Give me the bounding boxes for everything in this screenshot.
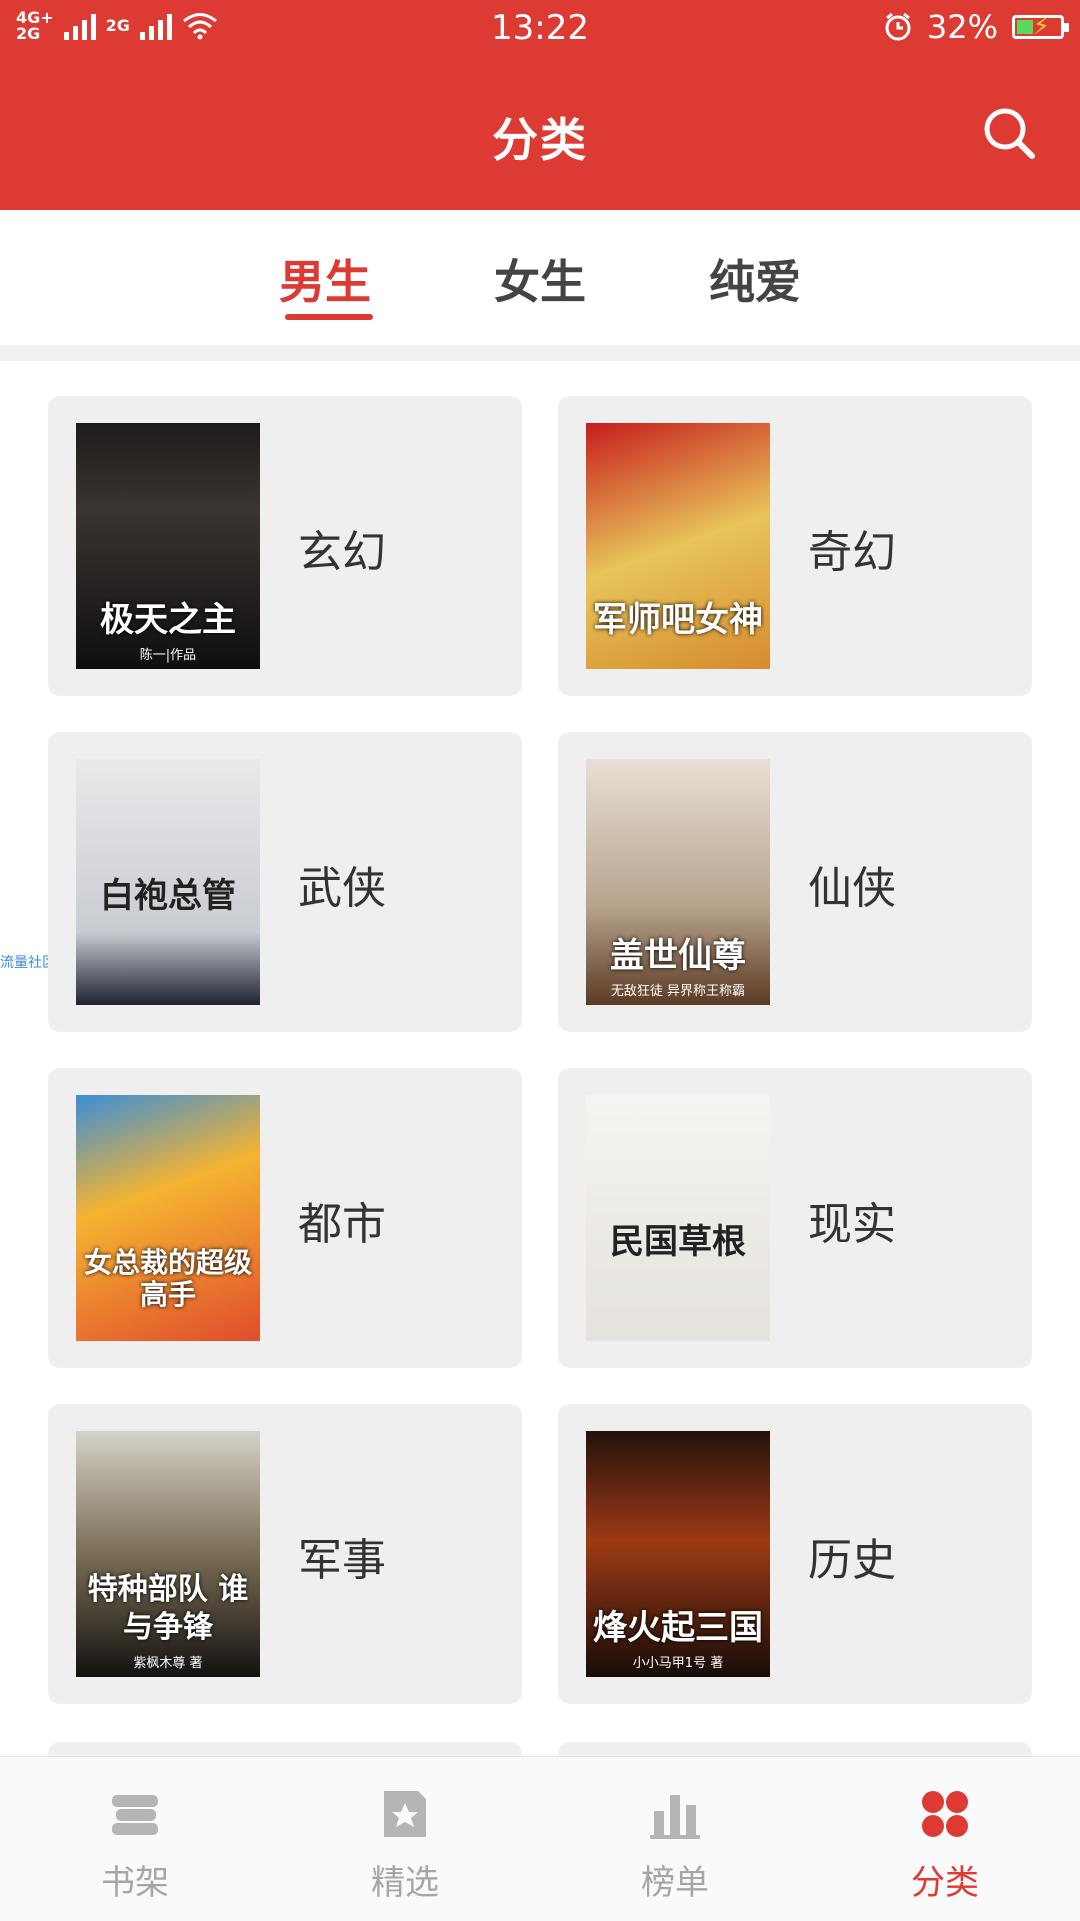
- nav-featured[interactable]: 精选: [305, 1787, 505, 1904]
- book-cover: 民国草根: [586, 1095, 770, 1341]
- nav-label: 精选: [371, 1863, 439, 1903]
- cover-title: 盖世仙尊: [610, 936, 746, 976]
- category-card-junshi[interactable]: 特种部队 谁与争锋 紫枫木尊 著 军事: [48, 1404, 522, 1704]
- nav-label: 书架: [101, 1863, 169, 1903]
- book-cover: 女总裁的超级高手: [76, 1095, 260, 1341]
- active-tab-indicator: [285, 314, 373, 320]
- cover-title: 白袍总管: [100, 876, 236, 916]
- category-label: 都市: [298, 1199, 386, 1250]
- book-cover: 特种部队 谁与争锋 紫枫木尊 著: [76, 1431, 260, 1677]
- category-card-wuxia[interactable]: 白袍总管 武侠: [48, 732, 522, 1032]
- category-card-lishi[interactable]: 烽火起三国 小小马甲1号 著 历史: [558, 1404, 1032, 1704]
- featured-star-icon: [384, 1791, 426, 1837]
- cover-author: 无敌狂徒 异界称王称霸: [610, 984, 746, 999]
- cover-title: 军师吧女神: [593, 600, 763, 640]
- alarm-icon: [885, 12, 911, 41]
- book-cover: 白袍总管: [76, 759, 260, 1005]
- category-card-xianshi[interactable]: 民国草根 现实: [558, 1068, 1032, 1368]
- cover-author: 小小马甲1号 著: [632, 1656, 724, 1671]
- bottom-nav: 书架 精选 榜单 分类: [0, 1756, 1080, 1921]
- status-right: 32% ⚡: [883, 8, 1069, 46]
- category-grid-icon: [922, 1791, 968, 1837]
- category-label: 军事: [298, 1535, 386, 1586]
- category-label: 历史: [808, 1535, 896, 1586]
- section-divider: [0, 345, 1080, 361]
- cover-title: 烽火起三国: [593, 1608, 763, 1648]
- category-card-qihuan[interactable]: 军师吧女神 奇幻: [558, 396, 1032, 696]
- nav-label: 榜单: [641, 1863, 709, 1903]
- book-cover: 盖世仙尊 无敌狂徒 异界称王称霸: [586, 759, 770, 1005]
- cover-author: 紫枫木尊 著: [133, 1656, 203, 1671]
- category-label: 奇幻: [808, 527, 896, 578]
- page-title: 分类: [492, 113, 588, 167]
- cover-author: 陈一|作品: [139, 648, 197, 663]
- tab-female[interactable]: 女生: [475, 246, 605, 312]
- cover-title: 极天之主: [100, 600, 236, 640]
- ranking-bars-icon: [650, 1795, 700, 1839]
- category-card-dushi[interactable]: 女总裁的超级高手 都市: [48, 1068, 522, 1368]
- search-icon[interactable]: [980, 104, 1040, 164]
- nav-category[interactable]: 分类: [845, 1787, 1045, 1904]
- category-label: 现实: [808, 1199, 896, 1250]
- category-label: 仙侠: [808, 863, 896, 914]
- app-header: 4G+ 2G 2G 13:22 32% ⚡ 分类: [0, 0, 1080, 210]
- cover-title: 民国草根: [610, 1222, 746, 1262]
- tab-pure-love[interactable]: 纯爱: [690, 246, 820, 312]
- cover-title: 女总裁的超级高手: [83, 1246, 252, 1311]
- nav-bookshelf[interactable]: 书架: [35, 1787, 235, 1904]
- battery-icon: ⚡: [1012, 14, 1069, 39]
- tab-male[interactable]: 男生: [260, 246, 390, 312]
- category-card-xuanhuan[interactable]: 极天之主 陈一|作品 玄幻: [48, 396, 522, 696]
- nav-label: 分类: [911, 1863, 979, 1903]
- bookshelf-icon: [112, 1795, 158, 1835]
- status-bar: 4G+ 2G 2G 13:22 32% ⚡: [0, 0, 1080, 58]
- book-cover: 烽火起三国 小小马甲1号 著: [586, 1431, 770, 1677]
- category-label: 武侠: [298, 863, 386, 914]
- book-cover: 极天之主 陈一|作品: [76, 423, 260, 669]
- nav-ranking[interactable]: 榜单: [575, 1787, 775, 1904]
- battery-percent: 32%: [926, 8, 998, 46]
- gender-tabs: 男生 女生 纯爱: [0, 210, 1080, 345]
- category-label: 玄幻: [298, 527, 386, 578]
- book-cover: 军师吧女神: [586, 423, 770, 669]
- cover-title: 特种部队 谁与争锋: [87, 1572, 249, 1645]
- category-card-xianxia[interactable]: 盖世仙尊 无敌狂徒 异界称王称霸 仙侠: [558, 732, 1032, 1032]
